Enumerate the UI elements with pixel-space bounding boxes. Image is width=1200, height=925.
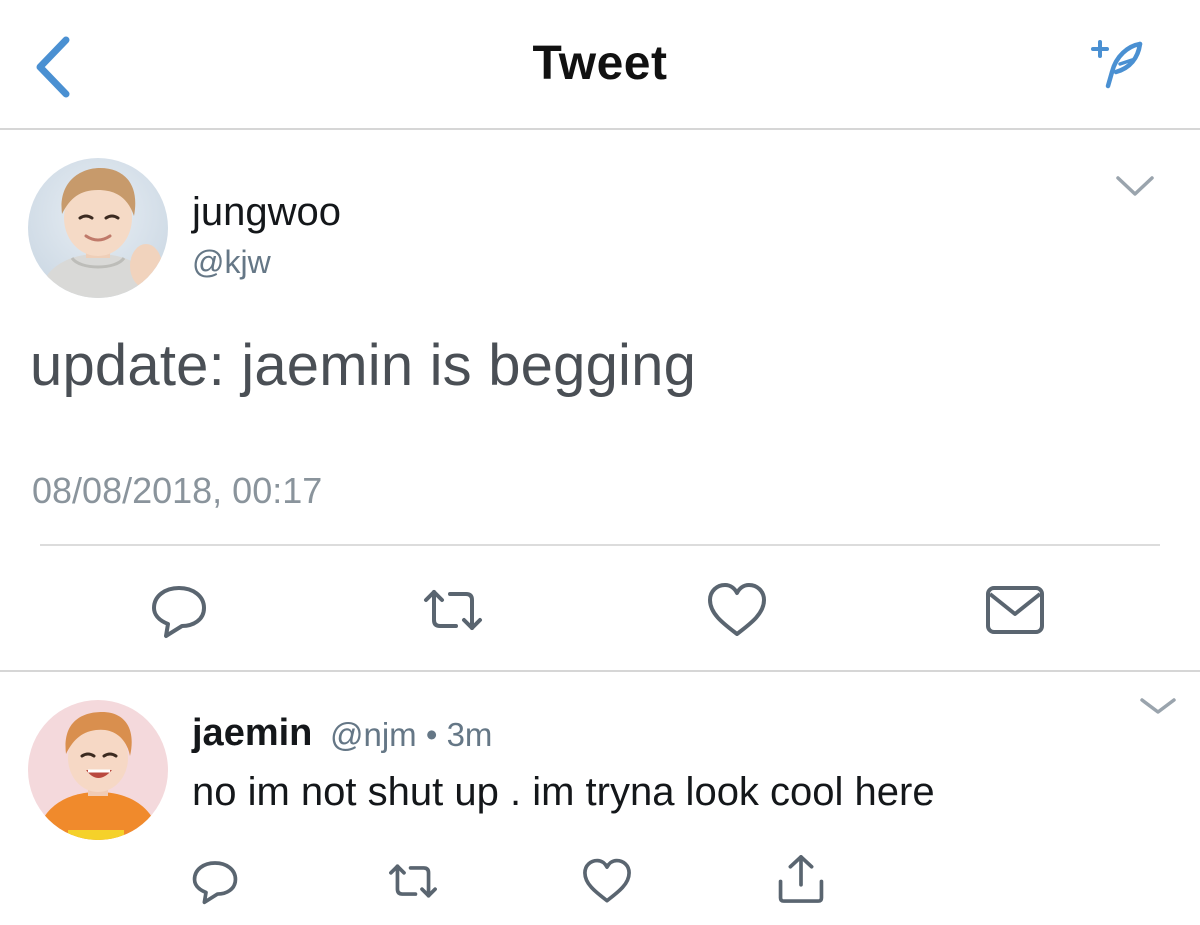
like-icon <box>583 858 631 903</box>
tweet-timestamp: 08/08/2018, 00:17 <box>32 470 323 511</box>
chevron-down-icon <box>1140 698 1176 714</box>
page-title: Tweet <box>532 37 668 90</box>
reply-author-display-name[interactable]: jaemin <box>192 712 312 755</box>
message-icon <box>986 586 1044 634</box>
like-icon <box>708 583 766 636</box>
like-button[interactable] <box>704 580 770 640</box>
reply-reply-button[interactable] <box>188 856 242 906</box>
tweet-menu-button[interactable] <box>1112 170 1158 202</box>
retweet-button[interactable] <box>420 580 486 640</box>
retweet-icon <box>389 864 437 898</box>
divider <box>40 544 1160 546</box>
retweet-icon <box>424 590 482 630</box>
avatar-jungwoo[interactable] <box>28 158 168 298</box>
author-handle[interactable]: @kjw <box>192 244 271 281</box>
profile-photo <box>28 158 168 298</box>
reply-text: no im not shut up . im tryna look cool h… <box>192 770 935 814</box>
author-display-name[interactable]: jungwoo <box>192 190 341 235</box>
tweet-text: update: jaemin is begging <box>30 333 697 398</box>
reply-icon <box>152 586 206 638</box>
reply-icon <box>192 861 238 905</box>
reply-retweet-button[interactable] <box>386 856 440 906</box>
compose-feather-icon <box>1091 40 1143 89</box>
reply-share-button[interactable] <box>774 852 828 903</box>
reply-like-button[interactable] <box>580 856 634 906</box>
direct-message-button[interactable] <box>982 580 1048 640</box>
compose-button[interactable] <box>1090 38 1146 92</box>
reply-menu-button[interactable] <box>1136 694 1180 720</box>
chevron-down-icon <box>1116 176 1154 196</box>
profile-photo <box>28 700 168 840</box>
divider <box>0 670 1200 672</box>
reply-button[interactable] <box>146 580 212 640</box>
share-icon <box>778 855 824 903</box>
avatar-jaemin[interactable] <box>28 700 168 840</box>
reply-handle-and-time[interactable]: @njm • 3m <box>330 716 492 754</box>
